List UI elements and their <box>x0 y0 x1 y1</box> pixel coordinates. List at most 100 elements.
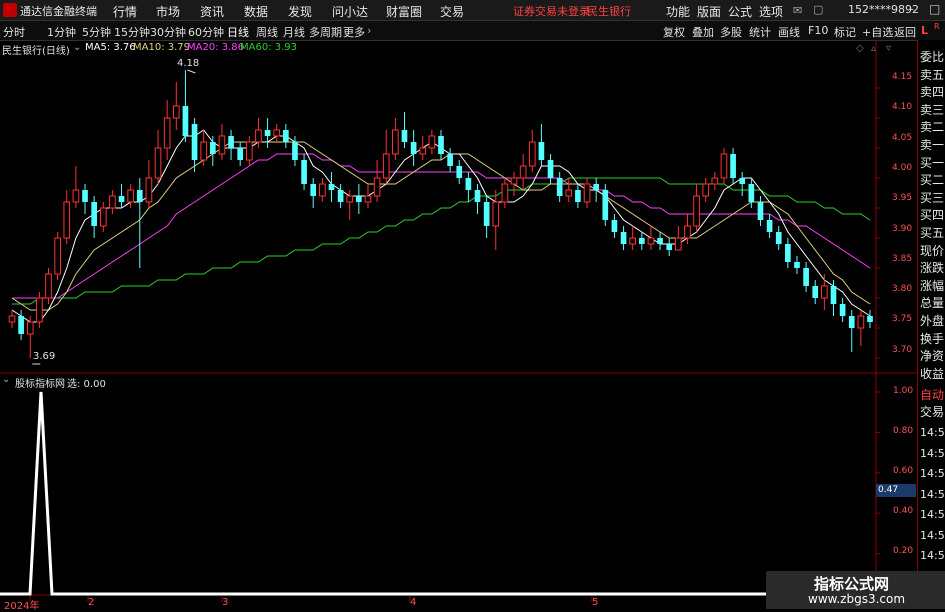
panel-item[interactable]: 卖三 <box>920 101 944 118</box>
period-60min[interactable]: 60分钟 <box>188 24 224 40</box>
ma10-label: MA10: 3.79 <box>133 42 191 53</box>
up-icon[interactable]: ▵ <box>871 43 876 54</box>
candle-body <box>26 321 34 335</box>
period-30min[interactable]: 30分钟 <box>150 24 186 40</box>
menu-jiaoyi[interactable]: 交易 <box>440 3 464 20</box>
quote-side-panel: L R 委比 卖五 卖四 卖三 卖二 卖一 买一 买二 买三 买四 买五 现价 涨跌 涨幅 总量 外盘 换手 净资… <box>917 22 945 609</box>
panel-item[interactable]: 换手 <box>920 330 944 347</box>
panel-item[interactable]: 买三 <box>920 189 944 206</box>
menu-shuju[interactable]: 数据 <box>244 3 268 20</box>
chevron-down-icon[interactable]: ⌄ <box>73 42 81 53</box>
menu-xuanxiang[interactable]: 选项 <box>759 3 783 20</box>
trade-label[interactable]: 交易 <box>920 403 944 420</box>
chevron-right-icon[interactable]: › <box>367 24 371 37</box>
panel-item[interactable]: 总量 <box>920 294 944 311</box>
candle-body <box>867 316 873 322</box>
x-label: 2024年 <box>4 601 40 612</box>
panel-item[interactable]: 买五 <box>920 224 944 241</box>
period-fenshi[interactable]: 分时 <box>3 24 25 40</box>
menu-gongneng[interactable]: 功能 <box>666 3 690 20</box>
candle-body <box>447 154 453 166</box>
candle-body <box>528 141 536 167</box>
mail-icon[interactable]: ✉ <box>793 4 802 17</box>
tool-f10[interactable]: F10 <box>808 24 828 37</box>
panel-item[interactable]: 卖四 <box>920 83 944 100</box>
candle-body <box>273 129 281 137</box>
menu-shichang[interactable]: 市场 <box>156 3 180 20</box>
trade-time: 14:56 <box>920 467 945 480</box>
menu-faxian[interactable]: 发现 <box>288 3 312 20</box>
maximize-icon[interactable]: □ <box>929 2 940 16</box>
period-more[interactable]: 更多 <box>343 24 365 40</box>
panel-item[interactable]: 买四 <box>920 206 944 223</box>
tool-biaoji-icon[interactable]: 标记 <box>834 24 856 40</box>
candle-body <box>821 285 828 299</box>
x-label: 2 <box>88 597 95 608</box>
tool-duogu[interactable]: 多股 <box>720 24 742 40</box>
period-multi[interactable]: 多周期 <box>309 24 342 40</box>
panel-item[interactable]: 现价 <box>920 242 944 259</box>
panel-item[interactable]: 涨幅 <box>920 277 944 294</box>
tool-huaxian[interactable]: 画线 <box>778 24 800 40</box>
kline-chart[interactable] <box>0 40 917 609</box>
period-1min[interactable]: 1分钟 <box>47 24 76 40</box>
candle-body <box>118 196 125 202</box>
candle-body <box>666 244 673 250</box>
tool-tongji[interactable]: 统计 <box>749 24 771 40</box>
period-5min[interactable]: 5分钟 <box>82 24 111 40</box>
y-tick: 3.70 <box>892 345 913 355</box>
candle-body <box>575 190 581 202</box>
indicator-menu-icon[interactable]: ⌄ <box>2 374 10 385</box>
tool-add-favorite[interactable]: +自选 <box>862 24 893 40</box>
panel-item[interactable]: 卖一 <box>920 136 944 153</box>
account-name[interactable]: 民生银行 <box>587 3 631 19</box>
panel-item[interactable]: 卖五 <box>920 66 944 83</box>
panel-item[interactable]: 涨跌 <box>920 259 944 276</box>
period-weekly[interactable]: 周线 <box>256 24 278 40</box>
auto-label[interactable]: 自动 <box>920 386 944 403</box>
candle-body <box>337 190 344 202</box>
menu-caifuquan[interactable]: 财富圈 <box>386 3 422 20</box>
panel-item[interactable]: 收益 <box>920 365 944 382</box>
menu-banmian[interactable]: 版面 <box>697 3 721 20</box>
candle-body <box>218 135 226 155</box>
tool-diejia[interactable]: 叠加 <box>692 24 714 40</box>
candle-body <box>766 220 773 232</box>
period-monthly[interactable]: 月线 <box>283 24 305 40</box>
panel-item[interactable]: 卖二 <box>920 118 944 135</box>
candle-body <box>565 189 573 197</box>
panel-item[interactable]: 买二 <box>920 171 944 188</box>
candle-body <box>857 315 865 329</box>
menu-zixun[interactable]: 资讯 <box>200 3 224 20</box>
panel-item[interactable]: 委比 <box>920 48 944 65</box>
period-15min[interactable]: 15分钟 <box>114 24 150 40</box>
candle-body <box>36 297 43 323</box>
panel-mode-r[interactable]: R <box>934 22 940 31</box>
menu-wenxiaoda[interactable]: 问小达 <box>332 3 368 20</box>
ma5-label: MA5: 3.76 <box>85 42 136 53</box>
candle-body <box>456 166 463 178</box>
expand-icon[interactable]: ▿ <box>886 43 891 54</box>
panel-item[interactable]: 净资 <box>920 347 944 364</box>
watermark-title: 指标公式网 <box>814 575 890 593</box>
diamond-icon[interactable]: ◇ <box>856 43 864 54</box>
tool-back[interactable]: 返回 <box>894 24 916 40</box>
candle-body <box>748 184 755 202</box>
panel-item[interactable]: 外盘 <box>920 312 944 329</box>
tool-fuquan[interactable]: 复权 <box>663 24 685 40</box>
panel-mode-l[interactable]: L <box>921 24 928 37</box>
menu-gongshi[interactable]: 公式 <box>728 3 752 20</box>
candle-body <box>674 237 682 251</box>
panel-item[interactable]: 买一 <box>920 154 944 171</box>
candle-body <box>283 130 289 142</box>
candle-body <box>483 202 490 226</box>
candle-body <box>438 136 444 154</box>
menu-hangqing[interactable]: 行情 <box>113 3 137 20</box>
period-daily[interactable]: 日线 <box>227 24 249 40</box>
minimize-icon[interactable]: – <box>908 2 914 16</box>
y-tick: 4.10 <box>892 102 913 112</box>
candle-body <box>830 286 837 304</box>
chat-icon[interactable]: ▢ <box>813 3 823 16</box>
trade-login-warning[interactable]: 证券交易未登录 <box>513 3 590 19</box>
candle-body <box>693 195 700 227</box>
